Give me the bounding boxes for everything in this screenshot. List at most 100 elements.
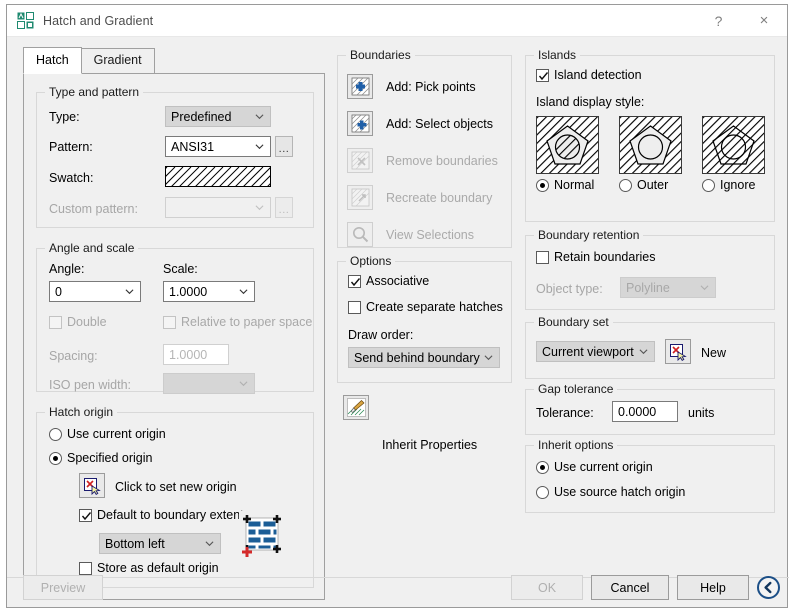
radio-circle <box>536 460 549 474</box>
radio-circle <box>49 451 62 465</box>
preview-label: Preview <box>40 580 86 595</box>
add-select-objects-button[interactable] <box>347 111 373 136</box>
ok-button[interactable]: OK <box>511 575 583 600</box>
default-to-boundary-extents-checkbox[interactable]: Default to boundary extents <box>79 508 250 522</box>
island-normal-label: Normal <box>554 178 595 192</box>
associative-checkbox[interactable]: Associative <box>348 274 429 288</box>
iso-pen-width-dropdown <box>163 373 255 394</box>
island-outer-preview[interactable] <box>619 116 682 174</box>
checkbox-box <box>348 274 361 288</box>
magnifier-icon <box>352 227 368 243</box>
pattern-label: Pattern: <box>49 140 93 154</box>
cancel-label: Cancel <box>610 580 650 595</box>
pattern-dropdown[interactable]: ANSI31 <box>165 136 271 157</box>
type-value: Predefined <box>171 109 232 124</box>
create-separate-hatches-checkbox[interactable]: Create separate hatches <box>348 300 503 314</box>
boundary-set-dropdown[interactable]: Current viewport <box>536 341 655 362</box>
iso-pen-width-label: ISO pen width: <box>49 378 131 392</box>
chevron-down-icon <box>700 284 709 290</box>
help-titlebar-button[interactable]: ? <box>696 5 741 36</box>
type-label: Type: <box>49 110 80 124</box>
chevron-down-icon <box>484 354 493 360</box>
store-as-default-origin-checkbox[interactable]: Store as default origin <box>79 561 219 575</box>
remove-boundaries-button <box>347 148 373 173</box>
tab-hatch-label: Hatch <box>36 53 69 67</box>
add-pick-points-button[interactable] <box>347 74 373 99</box>
spacing-value: 1.0000 <box>169 347 208 362</box>
ansi31-swatch-icon <box>166 167 270 186</box>
radio-specified-origin[interactable]: Specified origin <box>49 451 152 465</box>
island-normal-preview[interactable] <box>536 116 599 174</box>
spacing-label: Spacing: <box>49 349 98 363</box>
radio-island-ignore[interactable]: Ignore <box>702 178 755 192</box>
add-select-objects-label: Add: Select objects <box>386 117 494 131</box>
help-button[interactable]: Help <box>677 575 749 600</box>
islands-panel: Islands Island detection Island display … <box>525 48 775 222</box>
island-display-style-label: Island display style: <box>536 95 645 109</box>
island-ignore-label: Ignore <box>720 178 756 192</box>
radio-circle <box>49 427 62 441</box>
pattern-swatch[interactable] <box>165 166 271 187</box>
pattern-value: ANSI31 <box>171 139 215 154</box>
expand-collapse-button[interactable] <box>757 576 780 599</box>
island-ignore-preview[interactable] <box>702 116 765 174</box>
chevron-down-icon <box>639 348 648 354</box>
islands-legend: Islands <box>534 48 581 62</box>
relative-label: Relative to paper space <box>181 315 313 329</box>
retain-boundaries-label: Retain boundaries <box>554 250 656 264</box>
view-selections-label: View Selections <box>386 228 475 242</box>
inherit-properties-label: Inherit Properties <box>382 438 478 452</box>
options-legend: Options <box>346 254 396 268</box>
tab-strip: Hatch Gradient <box>23 47 155 74</box>
question-mark-icon: ? <box>714 12 723 29</box>
radio-use-current-origin[interactable]: Use current origin <box>49 427 166 441</box>
angle-dropdown[interactable]: 0 <box>49 281 141 302</box>
relative-to-paper-space-checkbox: Relative to paper space <box>163 315 312 329</box>
draw-order-value: Send behind boundary <box>354 350 480 365</box>
island-normal-preview-icon <box>537 117 598 173</box>
remove-boundaries-icon <box>351 151 369 170</box>
tolerance-value: 0.0000 <box>618 404 657 419</box>
cancel-button[interactable]: Cancel <box>591 575 669 600</box>
radio-inherit-use-current-origin[interactable]: Use current origin <box>536 460 653 474</box>
pattern-browse-button[interactable]: ... <box>275 136 293 157</box>
chevron-left-circle-icon <box>764 581 772 594</box>
click-to-set-origin-label: Click to set new origin <box>115 480 237 494</box>
close-button[interactable]: × <box>741 5 787 36</box>
new-boundary-set-button[interactable] <box>665 339 691 364</box>
radio-island-outer[interactable]: Outer <box>619 178 668 192</box>
boundary-extents-dropdown[interactable]: Bottom left <box>99 533 221 554</box>
type-dropdown[interactable]: Predefined <box>165 106 271 127</box>
radio-island-normal[interactable]: Normal <box>536 178 594 192</box>
scale-dropdown[interactable]: 1.0000 <box>163 281 255 302</box>
store-as-default-origin-label: Store as default origin <box>97 561 219 575</box>
angle-label: Angle: <box>49 262 85 276</box>
radio-inherit-use-source-hatch-origin[interactable]: Use source hatch origin <box>536 485 685 499</box>
ok-label: OK <box>537 580 557 595</box>
title-bar: Hatch and Gradient ? × <box>7 5 787 37</box>
boundary-set-value: Current viewport <box>542 344 634 359</box>
tab-gradient[interactable]: Gradient <box>81 48 155 74</box>
click-to-set-new-origin-button[interactable] <box>79 473 105 498</box>
draw-order-dropdown[interactable]: Send behind boundary <box>348 347 500 368</box>
double-label: Double <box>67 315 107 329</box>
tolerance-input[interactable]: 0.0000 <box>612 401 678 422</box>
checkbox-box <box>49 315 62 329</box>
scale-value: 1.0000 <box>169 284 208 299</box>
check-icon <box>538 71 549 80</box>
island-outer-label: Outer <box>637 178 669 192</box>
island-outer-preview-icon <box>620 117 681 173</box>
double-checkbox: Double <box>49 315 107 329</box>
close-icon: × <box>759 12 769 29</box>
preview-button[interactable]: Preview <box>23 575 103 600</box>
check-icon <box>81 511 92 520</box>
inherit-properties-button[interactable] <box>343 395 369 420</box>
boundaries-legend: Boundaries <box>346 48 415 62</box>
spacing-input: 1.0000 <box>163 344 229 365</box>
retain-boundaries-checkbox[interactable]: Retain boundaries <box>536 250 655 264</box>
associative-label: Associative <box>366 274 430 288</box>
tab-hatch[interactable]: Hatch <box>23 47 82 74</box>
add-pick-points-label: Add: Pick points <box>386 80 476 94</box>
island-detection-checkbox[interactable]: Island detection <box>536 68 642 82</box>
specified-origin-label: Specified origin <box>67 451 153 465</box>
